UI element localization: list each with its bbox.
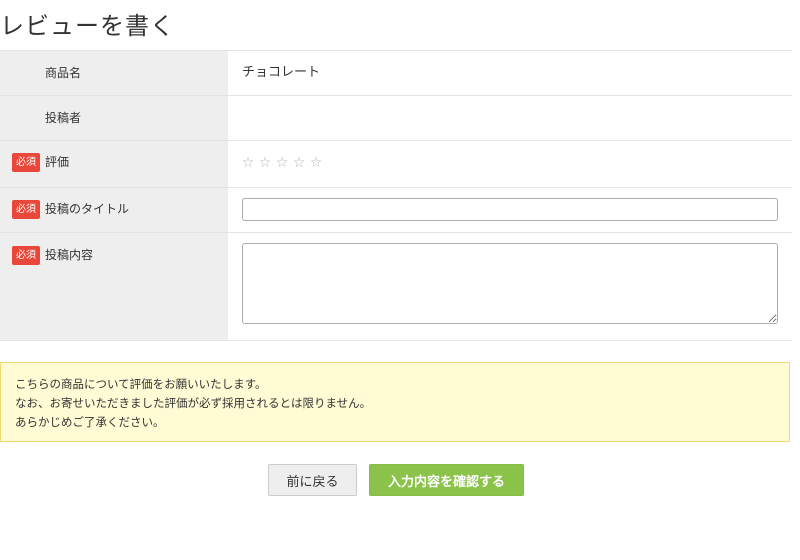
notice-line: こちらの商品について評価をお願いいたします。 [15, 377, 267, 391]
form-row-product-name: 商品名 チョコレート [0, 51, 792, 96]
review-form: 商品名 チョコレート 投稿者 必須 評価 ☆ ☆ ☆ ☆ ☆ 必須 投稿のタイト… [0, 50, 792, 341]
label-cell: 投稿者 [0, 96, 228, 140]
star-icon[interactable]: ☆ [309, 155, 323, 171]
star-icon[interactable]: ☆ [292, 155, 306, 171]
review-page: レビューを書く 商品名 チョコレート 投稿者 必須 評価 ☆ ☆ ☆ ☆ ☆ 必… [0, 0, 800, 560]
value-cell [228, 233, 792, 340]
notice-line: なお、お寄せいただきました評価が必ず採用されるとは限りません。 [15, 396, 372, 410]
required-badge: 必須 [12, 246, 40, 265]
value-cell: チョコレート [228, 51, 792, 95]
confirm-button[interactable]: 入力内容を確認する [369, 464, 524, 496]
notice-line: あらかじめご了承ください。 [15, 415, 165, 429]
author-label: 投稿者 [45, 111, 82, 125]
required-badge: 必須 [12, 200, 40, 219]
review-title-label: 投稿のタイトル [45, 202, 130, 216]
label-cell: 必須 投稿のタイトル [0, 188, 228, 232]
page-title: レビューを書く [0, 12, 175, 40]
label-cell: 商品名 [0, 51, 228, 95]
product-name-label: 商品名 [45, 66, 82, 80]
label-cell: 必須 投稿内容 [0, 233, 228, 340]
value-cell [228, 96, 792, 140]
value-cell [228, 188, 792, 232]
star-icon[interactable]: ☆ [241, 155, 255, 171]
review-body-label: 投稿内容 [45, 248, 94, 262]
review-body-textarea[interactable] [242, 243, 778, 324]
form-row-review-body: 必須 投稿内容 [0, 233, 792, 341]
notice-box: こちらの商品について評価をお願いいたします。 なお、お寄せいただきました評価が必… [0, 362, 790, 442]
value-cell: ☆ ☆ ☆ ☆ ☆ [228, 141, 792, 187]
star-icon[interactable]: ☆ [275, 155, 289, 171]
label-cell: 必須 評価 [0, 141, 228, 187]
star-rating: ☆ ☆ ☆ ☆ ☆ [241, 155, 323, 171]
review-title-input[interactable] [242, 198, 778, 221]
product-name-value: チョコレート [242, 65, 321, 80]
form-row-rating: 必須 評価 ☆ ☆ ☆ ☆ ☆ [0, 141, 792, 188]
star-icon[interactable]: ☆ [258, 155, 272, 171]
form-actions: 前に戻る 入力内容を確認する [0, 464, 800, 496]
back-button[interactable]: 前に戻る [268, 464, 357, 496]
required-badge: 必須 [12, 153, 40, 172]
form-row-review-title: 必須 投稿のタイトル [0, 188, 792, 233]
form-row-author: 投稿者 [0, 96, 792, 141]
rating-label: 評価 [45, 155, 70, 169]
